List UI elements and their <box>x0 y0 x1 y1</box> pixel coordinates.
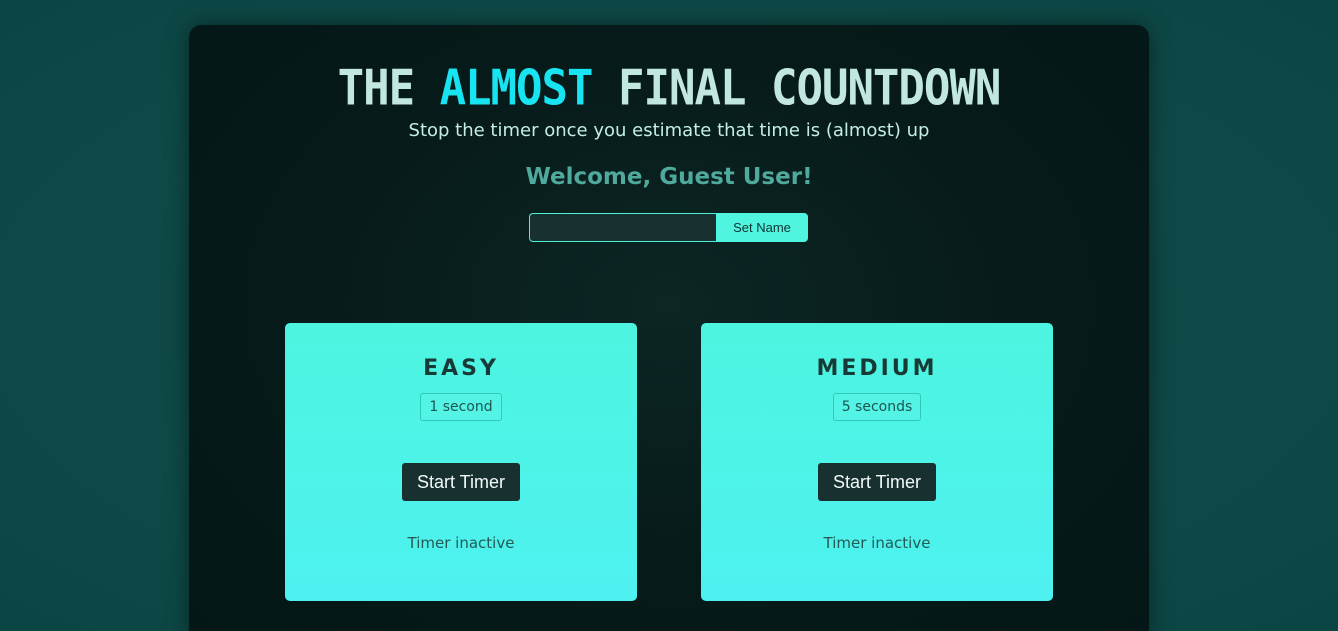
start-timer-button[interactable]: Start Timer <box>817 463 936 501</box>
name-input[interactable] <box>529 213 716 242</box>
timer-status: Timer inactive <box>823 534 931 552</box>
card-title: MEDIUM <box>816 356 938 381</box>
start-button-wrap: Start Timer <box>285 463 637 501</box>
duration-badge: 5 seconds <box>832 393 922 421</box>
start-timer-button[interactable]: Start Timer <box>401 463 520 501</box>
title-part-2: FINAL COUNTDOWN <box>618 59 1001 117</box>
title-part-1: THE <box>337 59 415 117</box>
welcome-message: Welcome, Guest User! <box>525 164 813 190</box>
set-name-button[interactable]: Set Name <box>716 213 808 242</box>
duration-badge: 1 second <box>420 393 502 421</box>
title-accent: ALMOST <box>439 59 594 117</box>
card-title: EASY <box>423 356 499 381</box>
name-form: Set Name <box>529 213 808 242</box>
main-panel: THE ALMOST FINAL COUNTDOWN Stop the time… <box>189 25 1149 631</box>
duration-badge-wrap: 5 seconds <box>701 393 1053 421</box>
page-subtitle: Stop the timer once you estimate that ti… <box>408 120 930 141</box>
duration-badge-wrap: 1 second <box>285 393 637 421</box>
start-button-wrap: Start Timer <box>701 463 1053 501</box>
difficulty-card-medium: MEDIUM 5 seconds Start Timer Timer inact… <box>701 323 1053 601</box>
timer-status: Timer inactive <box>407 534 515 552</box>
page-title: THE ALMOST FINAL COUNTDOWN <box>189 60 1149 118</box>
difficulty-card-easy: EASY 1 second Start Timer Timer inactive <box>285 323 637 601</box>
